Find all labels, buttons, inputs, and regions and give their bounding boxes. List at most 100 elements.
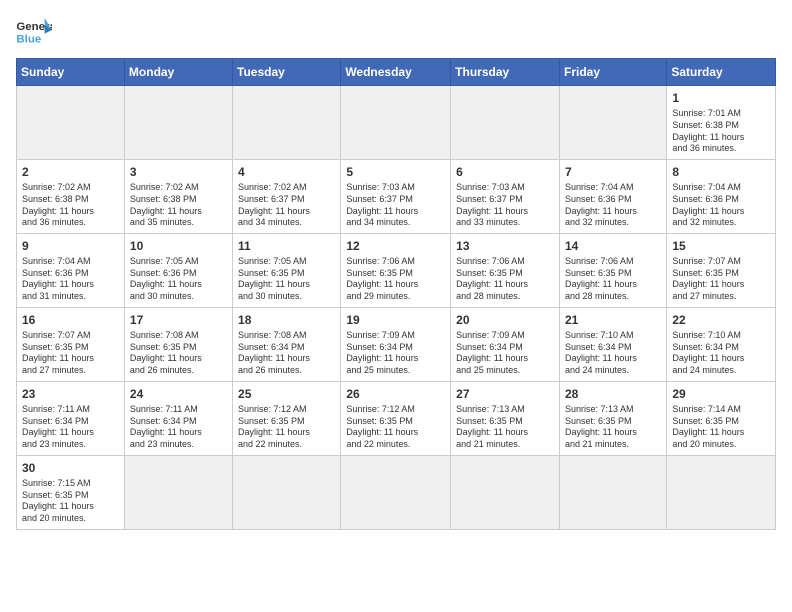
- calendar-day-cell: [124, 86, 232, 160]
- calendar-day-cell: 1 Sunrise: 7:01 AM Sunset: 6:38 PM Daylig…: [667, 86, 776, 160]
- day-info: Sunrise: 7:13 AM Sunset: 6:35 PM Dayligh…: [565, 404, 661, 451]
- day-number: 16: [22, 312, 119, 328]
- calendar-day-cell: 10 Sunrise: 7:05 AM Sunset: 6:36 PM Dayli…: [124, 233, 232, 307]
- day-info: Sunrise: 7:09 AM Sunset: 6:34 PM Dayligh…: [346, 330, 445, 377]
- day-number: 20: [456, 312, 554, 328]
- day-info: Sunrise: 7:14 AM Sunset: 6:35 PM Dayligh…: [672, 404, 770, 451]
- day-number: 4: [238, 164, 335, 180]
- day-number: 12: [346, 238, 445, 254]
- day-number: 27: [456, 386, 554, 402]
- day-number: 18: [238, 312, 335, 328]
- calendar-week-row: 1 Sunrise: 7:01 AM Sunset: 6:38 PM Daylig…: [17, 86, 776, 160]
- calendar-week-row: 16 Sunrise: 7:07 AM Sunset: 6:35 PM Dayli…: [17, 307, 776, 381]
- day-info: Sunrise: 7:08 AM Sunset: 6:35 PM Dayligh…: [130, 330, 227, 377]
- logo-icon: General Blue: [16, 16, 52, 46]
- day-number: 14: [565, 238, 661, 254]
- day-info: Sunrise: 7:11 AM Sunset: 6:34 PM Dayligh…: [130, 404, 227, 451]
- day-info: Sunrise: 7:13 AM Sunset: 6:35 PM Dayligh…: [456, 404, 554, 451]
- day-info: Sunrise: 7:12 AM Sunset: 6:35 PM Dayligh…: [238, 404, 335, 451]
- calendar-day-cell: 3 Sunrise: 7:02 AM Sunset: 6:38 PM Daylig…: [124, 159, 232, 233]
- calendar-day-cell: [124, 455, 232, 529]
- calendar-day-cell: 25Sunrise: 7:12 AM Sunset: 6:35 PM Dayli…: [233, 381, 341, 455]
- day-info: Sunrise: 7:12 AM Sunset: 6:35 PM Dayligh…: [346, 404, 445, 451]
- calendar-day-cell: [17, 86, 125, 160]
- calendar-day-cell: [233, 86, 341, 160]
- day-number: 1: [672, 90, 770, 106]
- calendar-day-cell: 17Sunrise: 7:08 AM Sunset: 6:35 PM Dayli…: [124, 307, 232, 381]
- page-header: General Blue: [16, 16, 776, 46]
- calendar-day-cell: 13Sunrise: 7:06 AM Sunset: 6:35 PM Dayli…: [451, 233, 560, 307]
- weekday-header: Monday: [124, 59, 232, 86]
- calendar-day-cell: 2 Sunrise: 7:02 AM Sunset: 6:38 PM Daylig…: [17, 159, 125, 233]
- day-info: Sunrise: 7:04 AM Sunset: 6:36 PM Dayligh…: [22, 256, 119, 303]
- day-info: Sunrise: 7:04 AM Sunset: 6:36 PM Dayligh…: [672, 182, 770, 229]
- calendar-day-cell: 18Sunrise: 7:08 AM Sunset: 6:34 PM Dayli…: [233, 307, 341, 381]
- day-info: Sunrise: 7:02 AM Sunset: 6:37 PM Dayligh…: [238, 182, 335, 229]
- calendar-week-row: 23 Sunrise: 7:11 AM Sunset: 6:34 PM Dayli…: [17, 381, 776, 455]
- weekday-header: Sunday: [17, 59, 125, 86]
- day-info: Sunrise: 7:01 AM Sunset: 6:38 PM Dayligh…: [672, 108, 770, 155]
- day-info: Sunrise: 7:04 AM Sunset: 6:36 PM Dayligh…: [565, 182, 661, 229]
- calendar-day-cell: 27 Sunrise: 7:13 AM Sunset: 6:35 PM Dayli…: [451, 381, 560, 455]
- calendar-header-row: SundayMondayTuesdayWednesdayThursdayFrid…: [17, 59, 776, 86]
- calendar-day-cell: 23Sunrise: 7:11 AM Sunset: 6:34 PM Dayli…: [17, 381, 125, 455]
- day-info: Sunrise: 7:05 AM Sunset: 6:36 PM Dayligh…: [130, 256, 227, 303]
- weekday-header: Friday: [559, 59, 666, 86]
- day-info: Sunrise: 7:02 AM Sunset: 6:38 PM Dayligh…: [22, 182, 119, 229]
- day-number: 6: [456, 164, 554, 180]
- day-number: 9: [22, 238, 119, 254]
- calendar-day-cell: 11Sunrise: 7:05 AM Sunset: 6:35 PM Dayli…: [233, 233, 341, 307]
- calendar-day-cell: [233, 455, 341, 529]
- day-number: 24: [130, 386, 227, 402]
- calendar-day-cell: 20 Sunrise: 7:09 AM Sunset: 6:34 PM Dayli…: [451, 307, 560, 381]
- calendar-day-cell: 26 Sunrise: 7:12 AM Sunset: 6:35 PM Dayli…: [341, 381, 451, 455]
- day-number: 10: [130, 238, 227, 254]
- calendar-day-cell: [451, 86, 560, 160]
- day-info: Sunrise: 7:10 AM Sunset: 6:34 PM Dayligh…: [672, 330, 770, 377]
- calendar-day-cell: 12Sunrise: 7:06 AM Sunset: 6:35 PM Dayli…: [341, 233, 451, 307]
- day-number: 21: [565, 312, 661, 328]
- day-info: Sunrise: 7:06 AM Sunset: 6:35 PM Dayligh…: [456, 256, 554, 303]
- day-number: 28: [565, 386, 661, 402]
- day-number: 2: [22, 164, 119, 180]
- calendar-day-cell: 6 Sunrise: 7:03 AM Sunset: 6:37 PM Daylig…: [451, 159, 560, 233]
- day-info: Sunrise: 7:06 AM Sunset: 6:35 PM Dayligh…: [565, 256, 661, 303]
- calendar-week-row: 2 Sunrise: 7:02 AM Sunset: 6:38 PM Daylig…: [17, 159, 776, 233]
- calendar-day-cell: 19Sunrise: 7:09 AM Sunset: 6:34 PM Dayli…: [341, 307, 451, 381]
- day-info: Sunrise: 7:03 AM Sunset: 6:37 PM Dayligh…: [456, 182, 554, 229]
- weekday-header: Thursday: [451, 59, 560, 86]
- day-info: Sunrise: 7:15 AM Sunset: 6:35 PM Dayligh…: [22, 478, 119, 525]
- day-info: Sunrise: 7:07 AM Sunset: 6:35 PM Dayligh…: [22, 330, 119, 377]
- day-info: Sunrise: 7:10 AM Sunset: 6:34 PM Dayligh…: [565, 330, 661, 377]
- calendar-day-cell: 14 Sunrise: 7:06 AM Sunset: 6:35 PM Dayli…: [559, 233, 666, 307]
- day-number: 26: [346, 386, 445, 402]
- weekday-header: Wednesday: [341, 59, 451, 86]
- calendar-day-cell: 9 Sunrise: 7:04 AM Sunset: 6:36 PM Daylig…: [17, 233, 125, 307]
- calendar-week-row: 9 Sunrise: 7:04 AM Sunset: 6:36 PM Daylig…: [17, 233, 776, 307]
- calendar-day-cell: 28 Sunrise: 7:13 AM Sunset: 6:35 PM Dayli…: [559, 381, 666, 455]
- svg-text:Blue: Blue: [16, 33, 41, 45]
- calendar-day-cell: [341, 86, 451, 160]
- calendar-day-cell: 22Sunrise: 7:10 AM Sunset: 6:34 PM Dayli…: [667, 307, 776, 381]
- calendar-day-cell: 5Sunrise: 7:03 AM Sunset: 6:37 PM Daylig…: [341, 159, 451, 233]
- day-number: 3: [130, 164, 227, 180]
- day-number: 23: [22, 386, 119, 402]
- day-number: 30: [22, 460, 119, 476]
- day-number: 15: [672, 238, 770, 254]
- logo: General Blue: [16, 16, 56, 46]
- calendar-day-cell: 29Sunrise: 7:14 AM Sunset: 6:35 PM Dayli…: [667, 381, 776, 455]
- day-info: Sunrise: 7:09 AM Sunset: 6:34 PM Dayligh…: [456, 330, 554, 377]
- calendar-week-row: 30 Sunrise: 7:15 AM Sunset: 6:35 PM Dayli…: [17, 455, 776, 529]
- calendar-day-cell: 30 Sunrise: 7:15 AM Sunset: 6:35 PM Dayli…: [17, 455, 125, 529]
- day-info: Sunrise: 7:05 AM Sunset: 6:35 PM Dayligh…: [238, 256, 335, 303]
- calendar-day-cell: 21 Sunrise: 7:10 AM Sunset: 6:34 PM Dayli…: [559, 307, 666, 381]
- day-info: Sunrise: 7:07 AM Sunset: 6:35 PM Dayligh…: [672, 256, 770, 303]
- day-info: Sunrise: 7:02 AM Sunset: 6:38 PM Dayligh…: [130, 182, 227, 229]
- calendar-day-cell: 4 Sunrise: 7:02 AM Sunset: 6:37 PM Daylig…: [233, 159, 341, 233]
- calendar-day-cell: 7 Sunrise: 7:04 AM Sunset: 6:36 PM Daylig…: [559, 159, 666, 233]
- calendar-day-cell: [559, 86, 666, 160]
- day-number: 7: [565, 164, 661, 180]
- calendar-table: SundayMondayTuesdayWednesdayThursdayFrid…: [16, 58, 776, 530]
- calendar-day-cell: [559, 455, 666, 529]
- weekday-header: Saturday: [667, 59, 776, 86]
